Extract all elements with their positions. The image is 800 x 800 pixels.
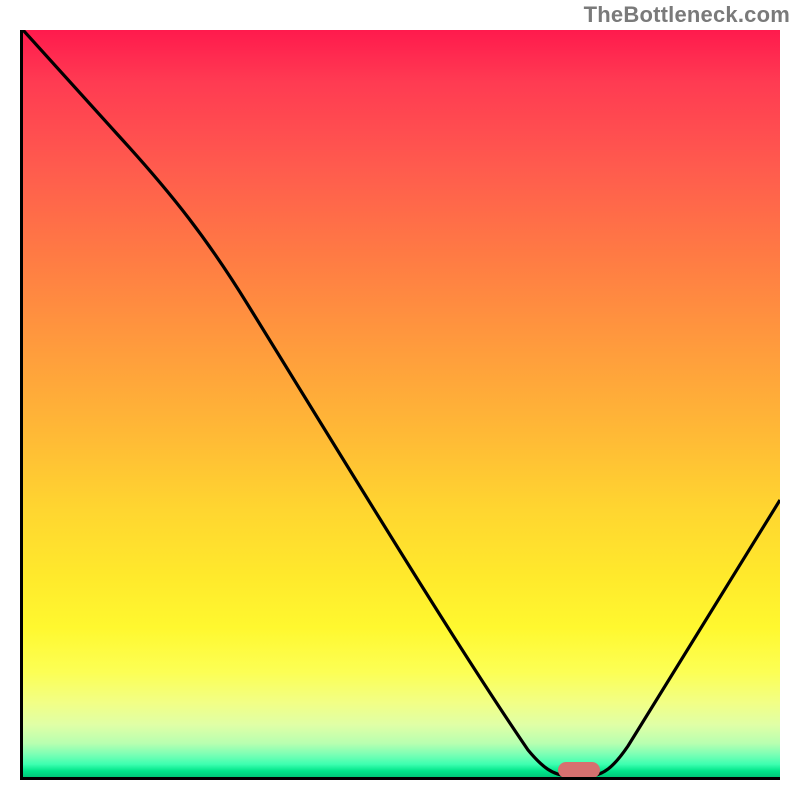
axes-frame bbox=[20, 30, 780, 780]
watermark-text: TheBottleneck.com bbox=[584, 2, 790, 28]
chart-container: TheBottleneck.com bbox=[0, 0, 800, 800]
